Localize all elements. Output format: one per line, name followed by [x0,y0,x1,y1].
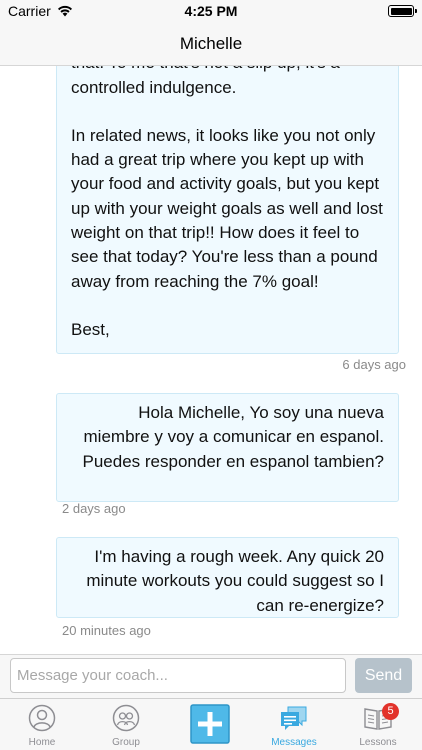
message-paragraph: delicious way and taking a few bites to … [71,66,340,97]
message-paragraph: Best, [71,319,110,339]
tab-label: Home [28,737,56,748]
group-icon [112,704,140,732]
battery-icon [388,5,417,17]
page-title: Michelle [179,34,243,53]
message-bubble-user: I'm having a rough week. Any quick 20 mi… [56,537,399,618]
tab-home[interactable]: Home [0,699,84,750]
composer-bar: Send [0,654,422,698]
tab-group[interactable]: Group [84,699,168,750]
message-text: Hola Michelle, Yo soy una nueva miembre … [82,403,385,471]
plus-icon [190,704,230,744]
message-timestamp: 20 minutes ago [62,623,151,638]
tab-bar: Home Group Messages 5 Lessons [0,698,422,750]
tab-label: Group [112,737,140,748]
message-timestamp: 6 days ago [342,357,406,372]
tab-lessons[interactable]: 5 Lessons [336,699,420,750]
message-bubble-user: Hola Michelle, Yo soy una nueva miembre … [56,393,399,502]
message-input[interactable] [10,658,346,693]
status-time: 4:25 PM [184,3,238,19]
tab-messages[interactable]: Messages [252,699,336,750]
message-bubble-coach: delicious way and taking a few bites to … [56,66,399,354]
message-text: I'm having a rough week. Any quick 20 mi… [86,547,384,615]
send-button[interactable]: Send [355,658,412,693]
tab-label: Messages [271,737,317,748]
status-bar: Carrier 4:25 PM [0,0,422,22]
notification-badge: 5 [382,703,399,720]
person-icon [28,704,56,732]
message-timestamp: 2 days ago [62,501,126,516]
message-list[interactable]: delicious way and taking a few bites to … [0,66,422,654]
messages-icon [281,706,307,730]
navigation-bar: Michelle [0,22,422,66]
tab-add[interactable] [168,699,252,750]
tab-label: Lessons [359,737,397,748]
message-paragraph: In related news, it looks like you not o… [71,125,383,291]
